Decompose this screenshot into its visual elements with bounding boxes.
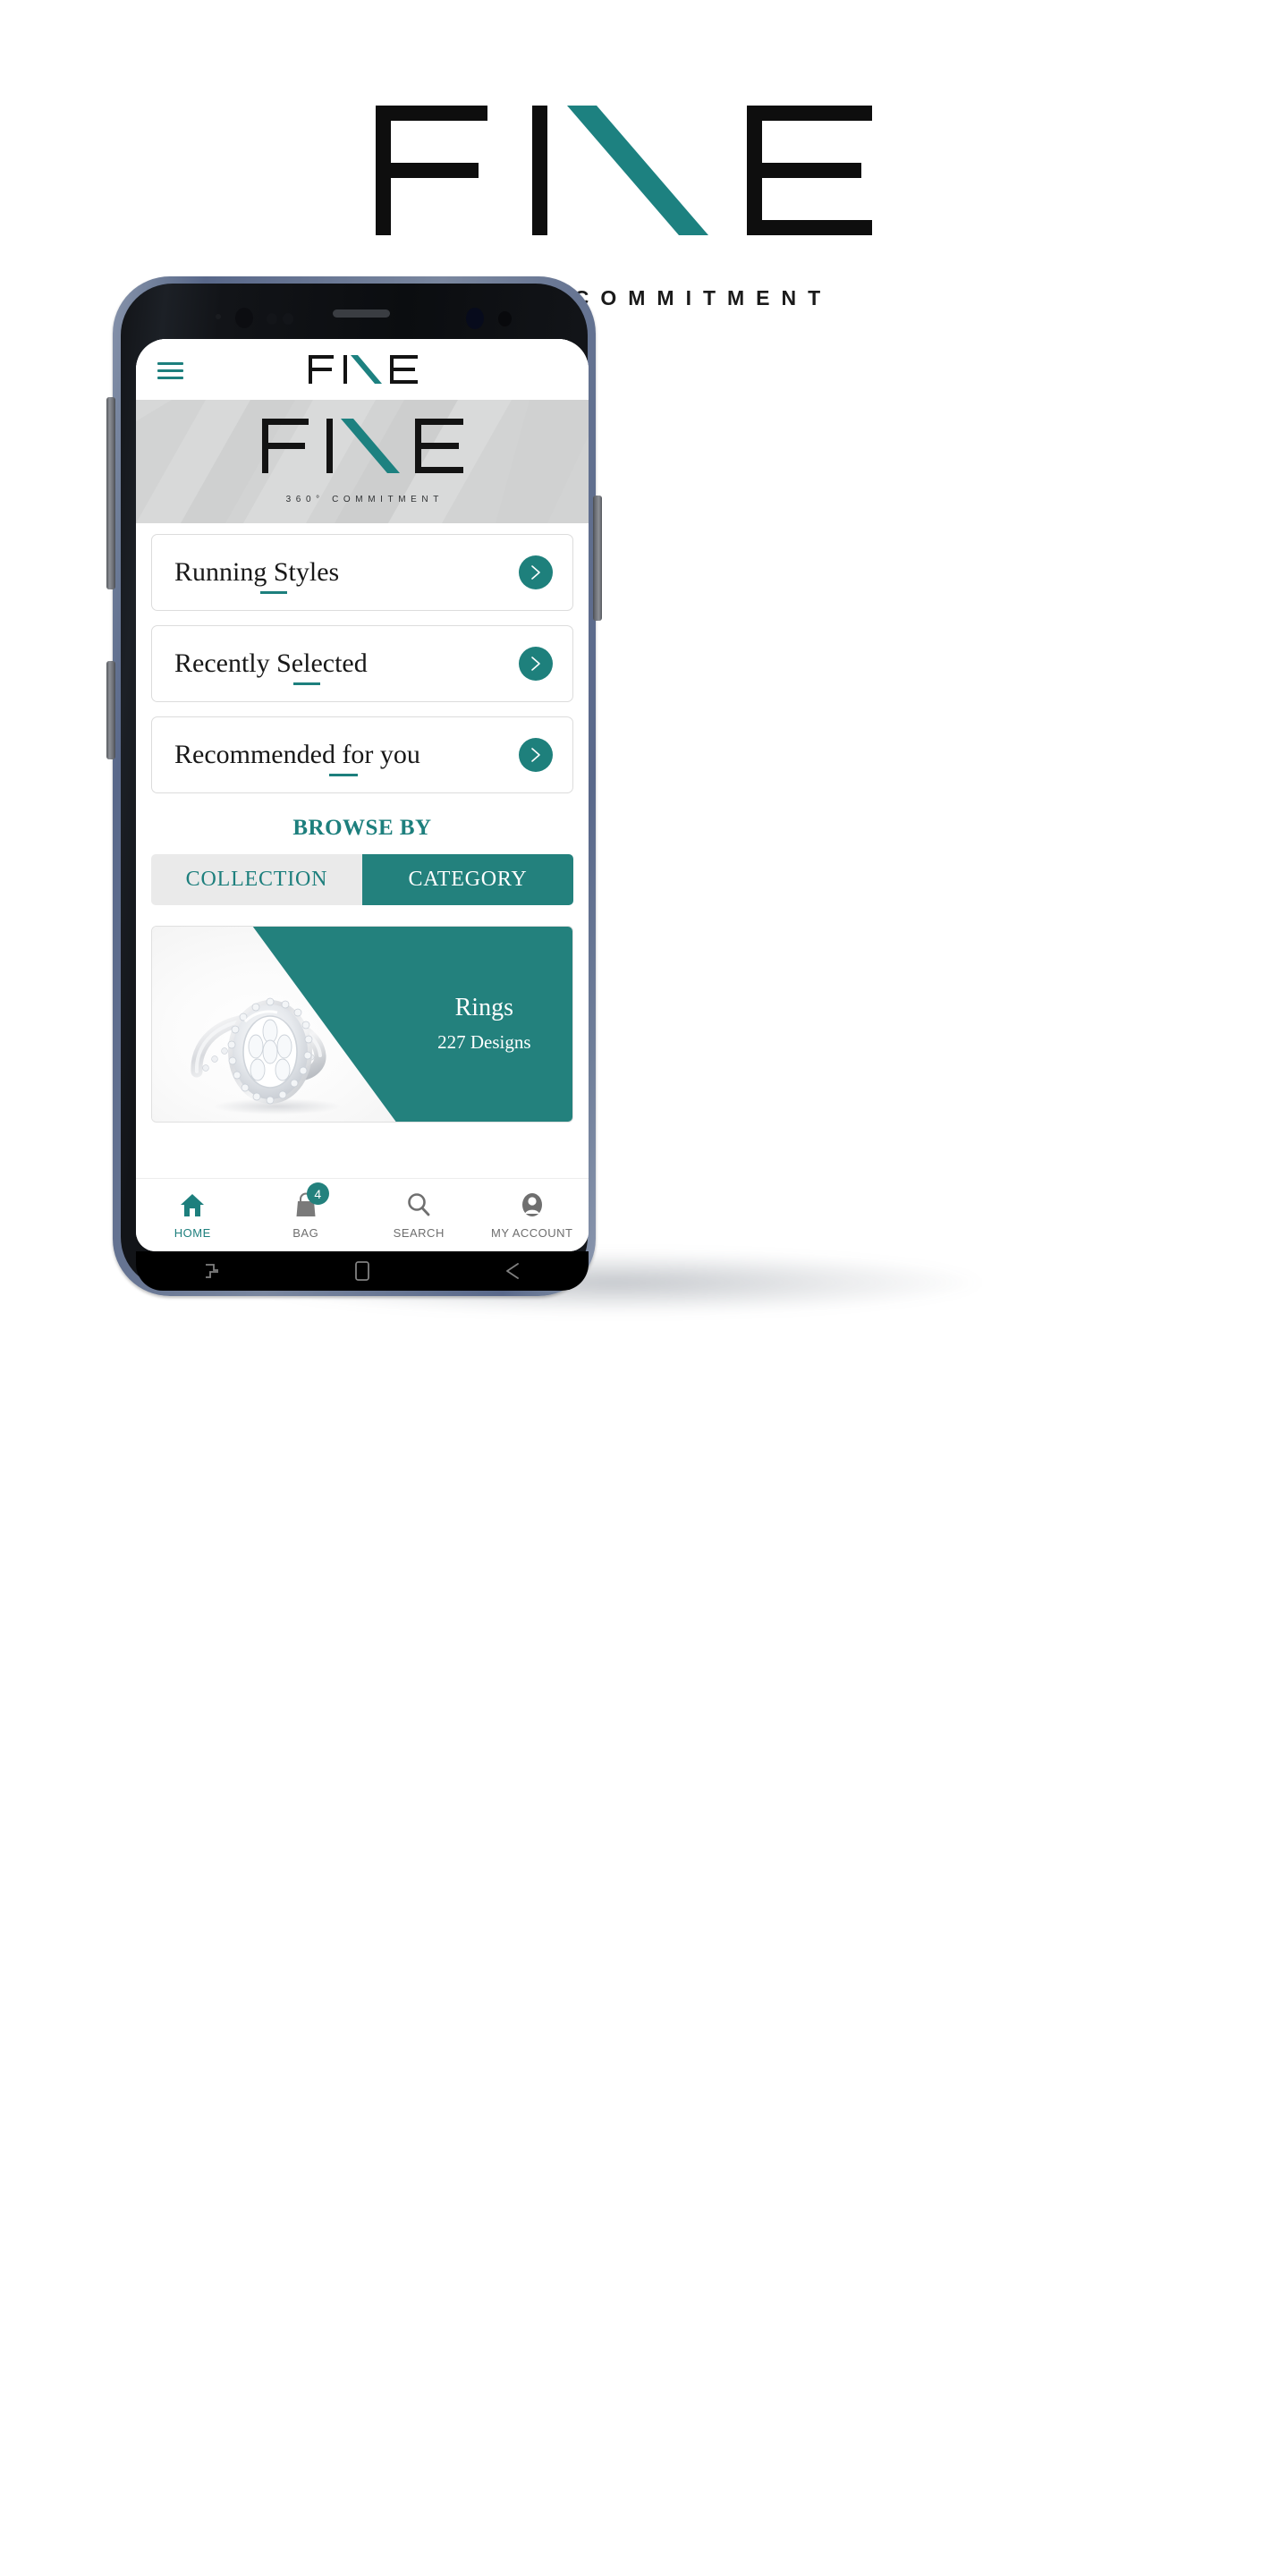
menu-card-text: Running Styles [174,557,340,587]
screenshot-root: 360° COMMITMENT 360° COMMITMENT Running … [0,0,1288,2576]
device-frame: 360° COMMITMENT Running Styles Recently … [106,276,602,1296]
browse-by-title: BROWSE BY [292,816,432,840]
app-header [136,339,589,400]
front-camera-icon [466,308,484,329]
menu-card-list: Running Styles Recently Selected Recomme… [136,523,589,808]
teal-diagonal-icon [351,355,382,384]
bag-icon: 4 [293,1182,329,1220]
fine-wordmark [376,106,912,235]
volume-button[interactable] [106,397,115,589]
led-indicator-icon [498,311,512,326]
teal-diagonal-icon [567,106,708,235]
app-viewport: 360° COMMITMENT Running Styles Recently … [136,339,589,1251]
recents-button[interactable] [202,1261,222,1281]
device-body: 360° COMMITMENT Running Styles Recently … [121,284,589,1291]
menu-card-running-styles[interactable]: Running Styles [151,534,573,611]
product-title: Rings [454,994,513,1022]
label-underline [293,682,320,685]
nav-item-my-account[interactable]: MY ACCOUNT [476,1190,589,1240]
chevron-right-icon[interactable] [519,647,553,681]
hamburger-menu-icon[interactable] [157,362,183,380]
sensor-icon [216,314,221,319]
tab-category[interactable]: CATEGORY [362,854,573,905]
proximity-sensor-icon [267,313,277,325]
chevron-right-icon[interactable] [519,555,553,589]
nav-label: MY ACCOUNT [491,1226,573,1240]
teal-diagonal-icon [340,419,400,473]
nav-label: BAG [292,1226,319,1240]
bixby-button[interactable] [106,661,115,759]
fine-logo-small [309,355,418,384]
hero-content: 360° COMMITMENT [136,400,589,523]
light-sensor-icon [283,313,293,325]
back-button[interactable] [503,1261,522,1281]
hero-fine-logo [261,419,463,473]
nav-item-bag[interactable]: 4 BAG [250,1182,363,1240]
label-underline [329,773,358,776]
bag-count-badge: 4 [306,1182,329,1205]
iris-scanner-icon [235,308,253,328]
menu-card-text: Recommended for you [174,740,420,769]
menu-card-label: Recommended for you [174,740,420,776]
nav-label: SEARCH [393,1226,445,1240]
menu-card-label: Recently Selected [174,648,368,685]
menu-card-recommended-for-you[interactable]: Recommended for you [151,716,573,793]
chevron-right-icon[interactable] [519,738,553,772]
product-design-count: 227 Designs [437,1030,531,1053]
nav-item-home[interactable]: HOME [136,1190,250,1240]
home-button[interactable] [353,1260,371,1282]
phone-device-mockup: 360° COMMITMENT Running Styles Recently … [106,276,1107,1314]
menu-card-label: Running Styles [174,557,340,594]
bottom-navigation-bar: HOME 4 BAG SEARCH MY ACCOUNT [136,1178,589,1251]
search-icon [406,1190,431,1220]
power-button[interactable] [593,496,602,621]
brand-logo [376,106,912,235]
nav-item-search[interactable]: SEARCH [362,1190,476,1240]
android-navigation-bar [136,1251,589,1291]
tab-collection[interactable]: COLLECTION [151,854,362,905]
label-underline [260,590,287,594]
app-logo[interactable] [309,355,418,384]
home-icon [180,1190,205,1220]
product-text-block: Rings 227 Designs [396,927,572,1122]
category-card-rings[interactable]: Rings 227 Designs [151,926,573,1123]
earpiece-speaker [333,309,390,318]
person-icon [520,1190,545,1220]
hero-banner[interactable]: 360° COMMITMENT [136,400,589,523]
phone-screen: 360° COMMITMENT Running Styles Recently … [136,339,589,1251]
menu-card-recently-selected[interactable]: Recently Selected [151,625,573,702]
nav-label: HOME [174,1226,211,1240]
browse-toggle-group: COLLECTION CATEGORY [151,854,573,905]
hero-tagline: 360° COMMITMENT [285,495,444,504]
menu-card-text: Recently Selected [174,648,368,678]
